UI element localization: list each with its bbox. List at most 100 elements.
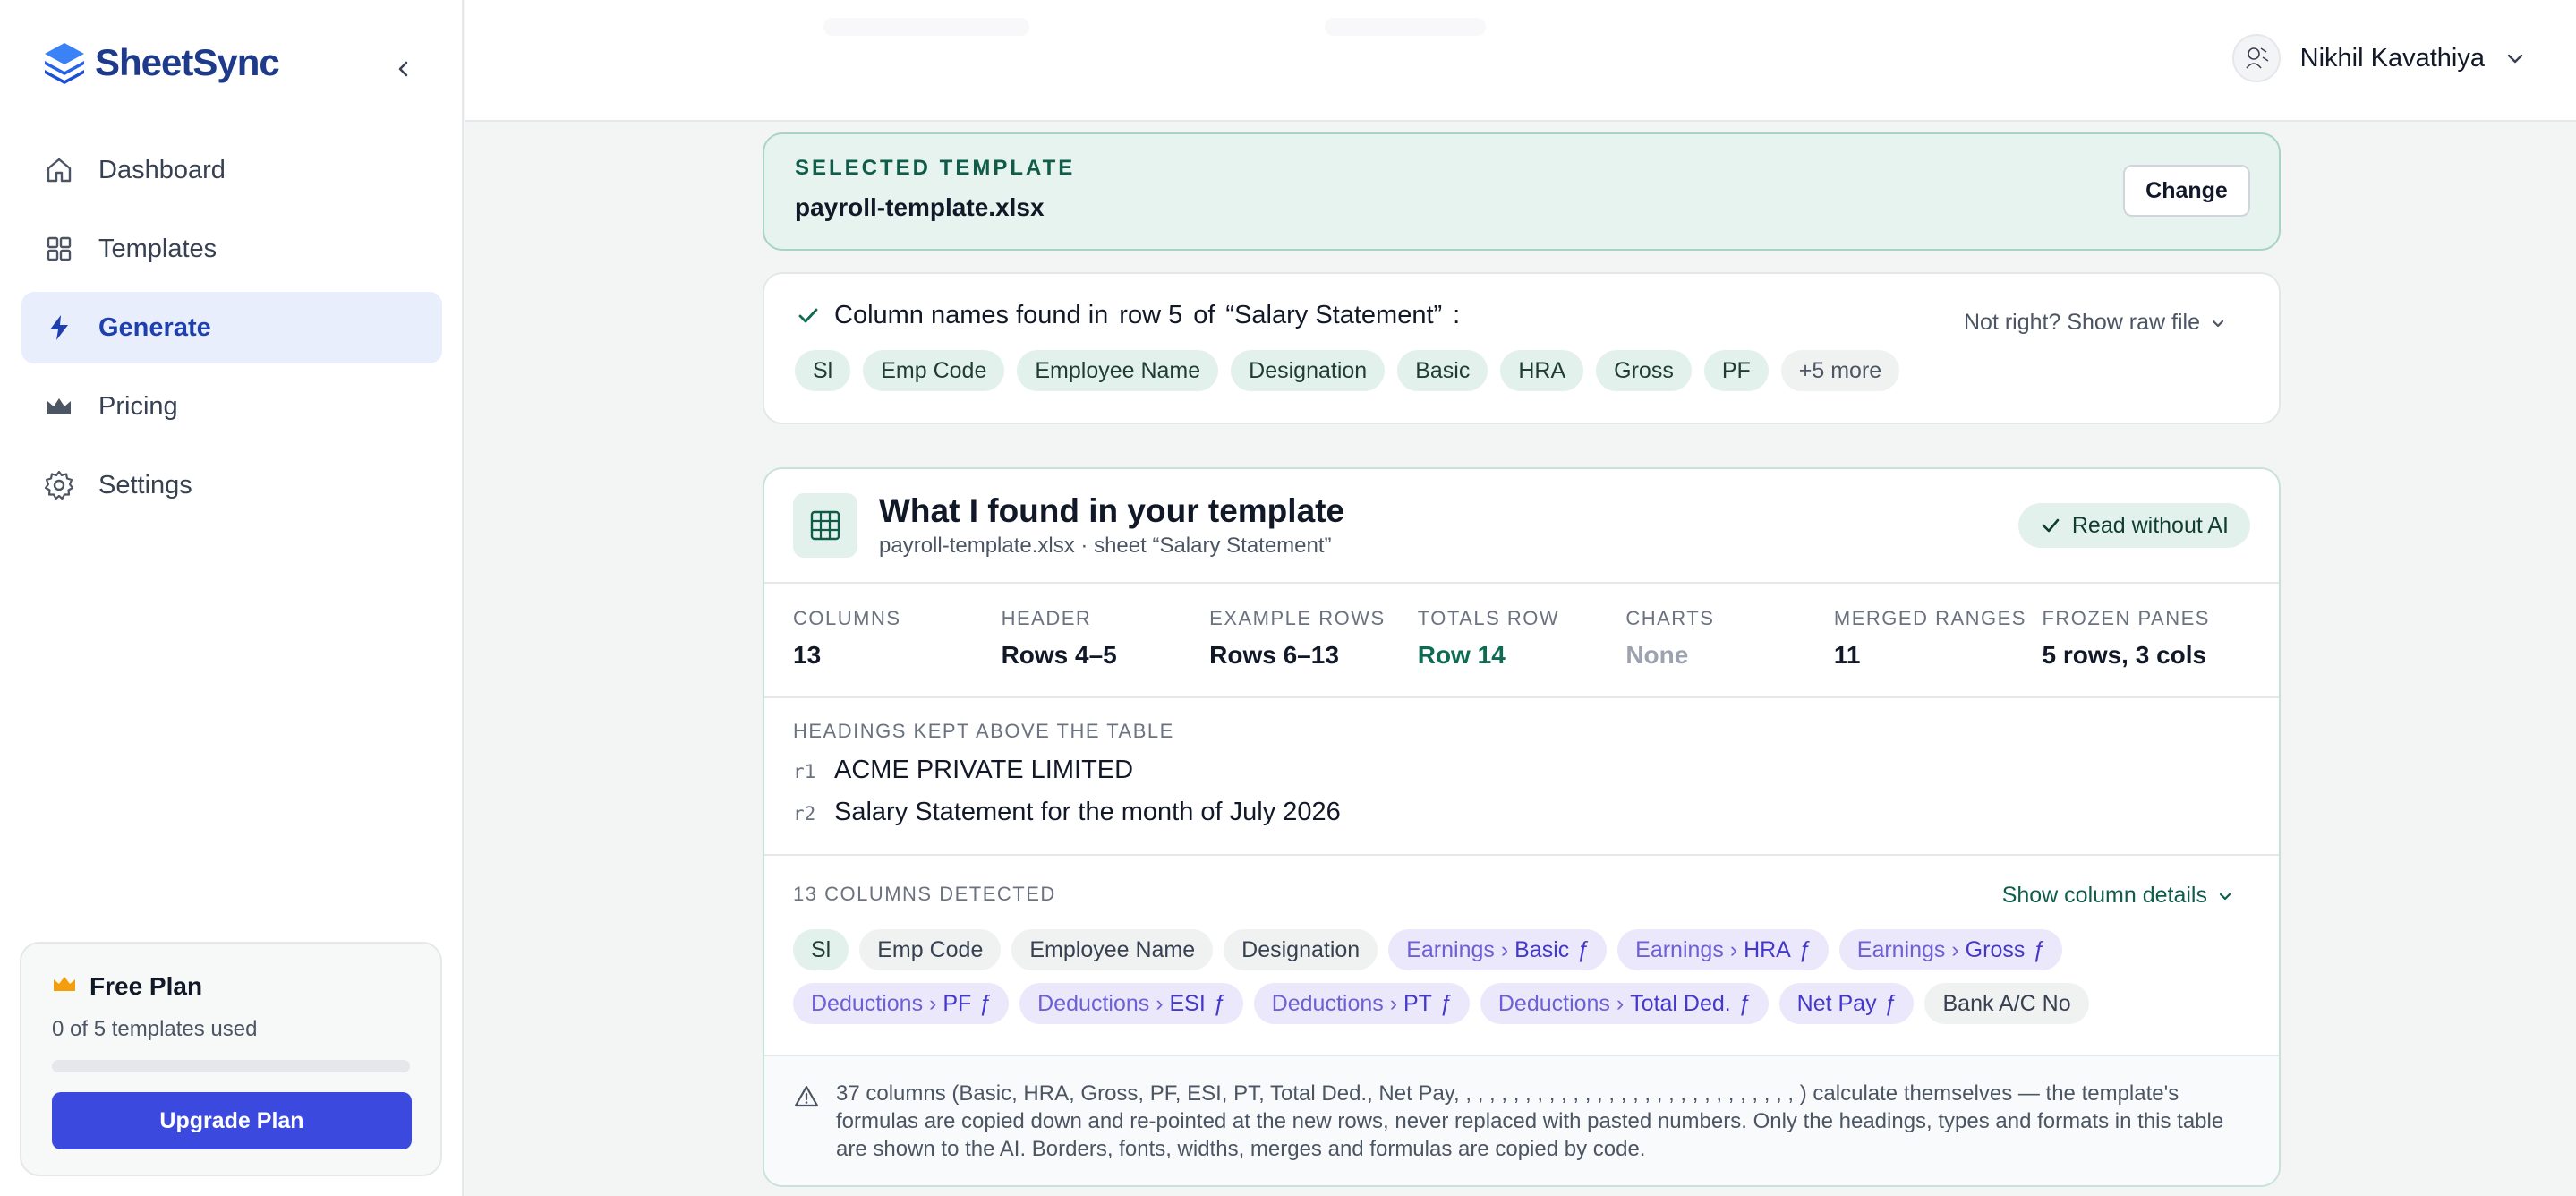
stat-key: MERGED RANGES (1833, 607, 2026, 629)
formula-icon: ƒ (1883, 990, 1897, 1016)
heading-text: Salary Statement for the month of July 2… (834, 798, 1341, 826)
column-chip: Sl (795, 350, 851, 391)
stat-value: 5 rows, 3 cols (2042, 641, 2207, 669)
user-menu[interactable]: Nikhil Kavathiya (2231, 34, 2526, 82)
stat-value: None (1625, 641, 1689, 669)
column-names-card: Column names found in row 5 of “Salary S… (763, 272, 2281, 424)
stat-key: HEADER (1001, 607, 1092, 629)
stat-value: Rows 4–5 (1001, 641, 1117, 669)
formula-column-chip: Deductions › ESI ƒ (1019, 983, 1243, 1024)
sidebar: SheetSync Dashboard Templates Generate P… (0, 0, 464, 1196)
formula-column-chip: Deductions › PT ƒ (1253, 983, 1470, 1024)
heading-text: ACME PRIVATE LIMITED (834, 756, 1134, 784)
notice-text: 37 columns (Basic, HRA, Gross, PF, ESI, … (836, 1081, 2224, 1161)
brand-name: SheetSync (95, 41, 280, 83)
home-icon (41, 152, 77, 188)
selected-template-filename: payroll-template.xlsx (795, 193, 1045, 221)
stat-value: Rows 6–13 (1209, 641, 1339, 669)
chip-group: Deductions › (1497, 990, 1625, 1016)
heading-row: r1 ACME PRIVATE LIMITED (793, 756, 2250, 785)
formula-column-chip: Net Pay ƒ (1778, 983, 1915, 1024)
chevron-left-icon (398, 61, 408, 77)
chip-name: HRA (1744, 936, 1791, 962)
chevron-down-icon (2212, 320, 2224, 327)
columns-section: 13 COLUMNS DETECTED Show column details … (764, 856, 2279, 1056)
change-template-button[interactable]: Change (2123, 165, 2250, 217)
brand-logo[interactable]: SheetSync (39, 38, 280, 88)
avatar (2231, 34, 2281, 82)
chip-group: Deductions › (811, 990, 937, 1016)
chevron-down-icon (2507, 54, 2523, 64)
formula-notice: 37 columns (Basic, HRA, Gross, PF, ESI, … (764, 1056, 2279, 1185)
formula-icon: ƒ (1438, 990, 1452, 1016)
check-icon (798, 308, 818, 322)
sidebar-item-templates[interactable]: Templates (21, 213, 442, 285)
heading-row-number: r2 (793, 803, 816, 824)
bolt-icon (41, 310, 77, 346)
detected-column-chips: Sl Emp Code Employee Name Designation Ea… (793, 929, 2250, 1024)
sidebar-item-dashboard[interactable]: Dashboard (21, 134, 442, 206)
chip-group: Deductions › (1271, 990, 1398, 1016)
chip-group: Deductions › (1037, 990, 1164, 1016)
chip-name: Total Ded. (1630, 990, 1731, 1016)
column-name-chips: Sl Emp Code Employee Name Designation Ba… (795, 350, 2248, 391)
badge-label: Read without AI (2071, 512, 2229, 538)
sidebar-item-label: Settings (98, 470, 192, 500)
analysis-titles: What I found in your template payroll-te… (879, 492, 1344, 559)
stat-frozen-panes: FROZEN PANES 5 rows, 3 cols (2042, 584, 2250, 696)
formula-icon: ƒ (2032, 936, 2045, 962)
sidebar-item-label: Pricing (98, 391, 178, 421)
plan-card: Free Plan 0 of 5 templates used Upgrade … (20, 942, 442, 1176)
formula-column-chip: Earnings › Gross ƒ (1838, 929, 2063, 970)
column-chip: Employee Name (1011, 929, 1214, 970)
check-icon (2042, 518, 2060, 533)
plan-title: Free Plan (90, 972, 203, 1000)
column-names-suffix: : (1453, 301, 1461, 329)
column-chip: HRA (1500, 350, 1584, 391)
stat-totals-row: TOTALS ROW Row 14 (1418, 584, 1626, 696)
plan-usage: 0 of 5 templates used (52, 1017, 258, 1041)
upgrade-plan-button[interactable]: Upgrade Plan (52, 1092, 412, 1149)
chip-name: Gross (1965, 936, 2026, 962)
column-names-of: of (1193, 301, 1215, 329)
topbar: Nikhil Kavathiya (465, 0, 2576, 122)
column-chip: Designation (1231, 350, 1386, 391)
layers-logo-icon (45, 43, 84, 84)
stat-value: 13 (793, 641, 822, 669)
gear-icon (41, 467, 77, 503)
stat-example-rows: EXAMPLE ROWS Rows 6–13 (1209, 584, 1418, 696)
show-column-details-toggle[interactable]: Show column details (2002, 883, 2234, 909)
avatar-sketch-icon (2246, 47, 2269, 69)
more-columns-chip[interactable]: +5 more (1780, 350, 1900, 391)
grid-icon (41, 231, 77, 267)
sidebar-item-label: Dashboard (98, 155, 226, 184)
chip-name: PT (1403, 990, 1432, 1016)
main-content: SELECTED TEMPLATE payroll-template.xlsx … (763, 132, 2281, 1187)
user-name: Nikhil Kavathiya (2299, 43, 2485, 73)
sidebar-item-pricing[interactable]: Pricing (21, 371, 442, 442)
column-chip: Basic (1397, 350, 1488, 391)
table-icon (793, 493, 857, 558)
sidebar-item-label: Generate (98, 312, 211, 342)
column-chip: Emp Code (863, 350, 1005, 391)
sidebar-item-generate[interactable]: Generate (21, 292, 442, 363)
collapse-sidebar-button[interactable] (388, 54, 419, 84)
plan-title-row: Free Plan (52, 972, 410, 1001)
heading-row: r2 Salary Statement for the month of Jul… (793, 798, 2250, 827)
stat-value: Row 14 (1417, 641, 1506, 669)
sidebar-item-settings[interactable]: Settings (21, 449, 442, 521)
headings-section: HEADINGS KEPT ABOVE THE TABLE r1 ACME PR… (764, 698, 2279, 856)
chip-group: Earnings › (1635, 936, 1738, 962)
sidebar-nav: Dashboard Templates Generate Pricing Set… (21, 134, 442, 528)
show-raw-file-link[interactable]: Not right? Show raw file (1964, 310, 2227, 336)
formula-column-chip: Earnings › Basic ƒ (1388, 929, 1608, 970)
faded-tab (1325, 18, 1486, 36)
column-names-prefix: Column names found in (834, 301, 1109, 329)
column-chip: Sl (793, 929, 849, 970)
stat-key: COLUMNS (793, 607, 901, 629)
stat-key: EXAMPLE ROWS (1209, 607, 1386, 629)
formula-icon: ƒ (1212, 990, 1225, 1016)
formula-column-chip: Deductions › Total Ded. ƒ (1480, 983, 1769, 1024)
chip-name: Net Pay (1796, 990, 1877, 1016)
heading-row-number: r1 (793, 761, 816, 782)
